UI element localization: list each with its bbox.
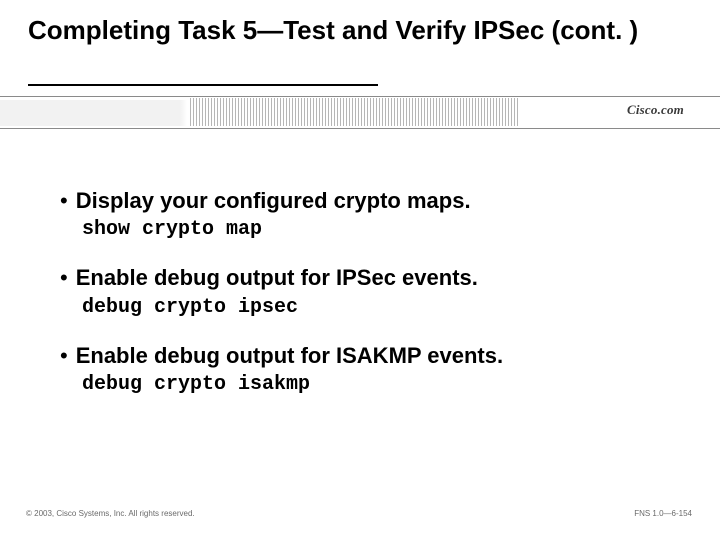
- slide-title: Completing Task 5—Test and Verify IPSec …: [28, 14, 692, 47]
- cisco-logo: Cisco.com: [621, 102, 690, 118]
- band-line-top: [0, 96, 720, 97]
- bullet-icon: •: [60, 267, 68, 289]
- decorative-band: [0, 96, 720, 130]
- footer-copyright: © 2003, Cisco Systems, Inc. All rights r…: [26, 509, 195, 518]
- bullet-line: • Enable debug output for IPSec events.: [60, 265, 680, 291]
- slide: Completing Task 5—Test and Verify IPSec …: [0, 0, 720, 540]
- band-ticks: [190, 98, 520, 126]
- bullet-line: • Enable debug output for ISAKMP events.: [60, 343, 680, 369]
- command-text: show crypto map: [82, 218, 680, 241]
- command-text: debug crypto isakmp: [82, 373, 680, 396]
- bullet-icon: •: [60, 190, 68, 212]
- command-text: debug crypto ipsec: [82, 296, 680, 319]
- content-area: • Display your configured crypto maps. s…: [60, 188, 680, 420]
- bullet-icon: •: [60, 345, 68, 367]
- footer-page-ref: FNS 1.0—6-154: [634, 509, 692, 518]
- bullet-text: Display your configured crypto maps.: [76, 188, 471, 214]
- bullet-line: • Display your configured crypto maps.: [60, 188, 680, 214]
- band-line-bottom: [0, 128, 720, 129]
- bullet-item: • Display your configured crypto maps. s…: [60, 188, 680, 241]
- bullet-text: Enable debug output for IPSec events.: [76, 265, 478, 291]
- bullet-item: • Enable debug output for ISAKMP events.…: [60, 343, 680, 396]
- title-underline: [28, 84, 378, 86]
- bullet-item: • Enable debug output for IPSec events. …: [60, 265, 680, 318]
- bullet-text: Enable debug output for ISAKMP events.: [76, 343, 503, 369]
